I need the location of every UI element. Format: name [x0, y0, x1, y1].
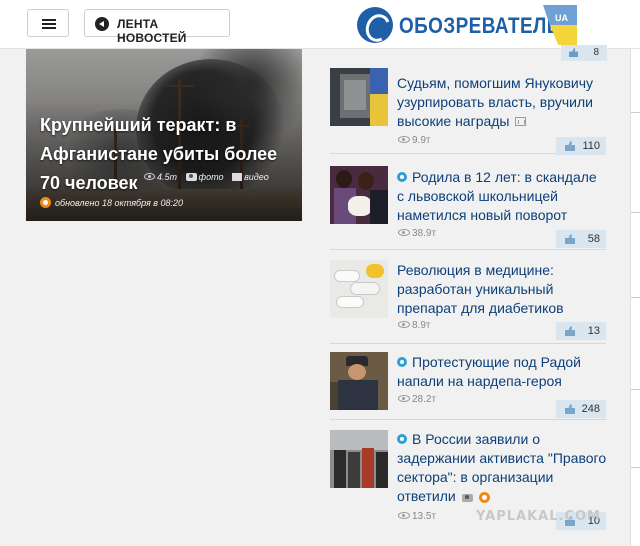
- views-count: 38.9т: [412, 228, 437, 239]
- views-count: 9.9т: [412, 135, 431, 146]
- like-count: 8: [593, 47, 599, 58]
- hamburger-icon: [42, 19, 56, 29]
- ua-badge: UA: [543, 5, 579, 45]
- site-header: ЛЕНТА НОВОСТЕЙ ОБОЗРЕВАТЕЛЬ UA: [0, 0, 640, 49]
- video-icon: [232, 173, 243, 181]
- list-item[interactable]: Родила в 12 лет: в скандале с львовской …: [330, 166, 606, 250]
- news-title-text: В России заявили о задержании активиста …: [397, 431, 607, 504]
- eye-icon: [398, 136, 410, 143]
- like-button[interactable]: 8: [561, 45, 607, 61]
- eye-icon: [398, 512, 410, 519]
- news-title-text: Революция в медицине: разработан уникаль…: [397, 262, 564, 316]
- news-views: 28.2т: [398, 394, 436, 405]
- eye-icon: [144, 173, 155, 180]
- chart-icon: [514, 117, 526, 126]
- news-thumbnail: [330, 430, 388, 488]
- news-views: 8.9т: [398, 320, 430, 331]
- logo-text: ОБОЗРЕВАТЕЛЬ: [399, 13, 561, 38]
- eye-icon: [398, 321, 410, 328]
- video-label: видео: [244, 172, 269, 182]
- thumbs-up-icon: [565, 326, 575, 336]
- news-thumbnail: [330, 352, 388, 410]
- thumbs-up-icon: [565, 141, 575, 151]
- like-count: 13: [587, 325, 600, 337]
- like-count: 110: [582, 140, 600, 152]
- hero-updated: обновлено 18 октября в 08:20: [40, 197, 183, 208]
- like-button[interactable]: 248: [556, 400, 606, 418]
- news-thumbnail: [330, 260, 388, 318]
- arrow-left-circle-icon: [95, 17, 109, 31]
- eye-icon: [398, 229, 410, 236]
- news-title-text: Родила в 12 лет: в скандале с львовской …: [397, 169, 597, 223]
- news-title[interactable]: Революция в медицине: разработан уникаль…: [397, 261, 607, 318]
- news-views: 9.9т: [398, 135, 430, 146]
- news-feed-label: ЛЕНТА НОВОСТЕЙ: [117, 17, 187, 45]
- news-title-text: Протестующие под Радой напали на нардепа…: [397, 354, 582, 389]
- list-item[interactable]: Протестующие под Радой напали на нардепа…: [330, 352, 606, 420]
- update-icon: [478, 492, 490, 503]
- hero-news-card[interactable]: Крупнейший теракт: в Афганистане убиты б…: [26, 49, 302, 221]
- camera-icon: [461, 494, 473, 502]
- right-column-edge: [630, 49, 640, 546]
- hero-meta: 4.5т фото видео: [144, 172, 269, 182]
- like-button[interactable]: 110: [556, 137, 606, 155]
- news-feed-button[interactable]: ЛЕНТА НОВОСТЕЙ: [84, 9, 230, 45]
- list-item[interactable]: Судьям, помогшим Януковичу узурпировать …: [330, 68, 607, 155]
- menu-button[interactable]: [27, 9, 69, 37]
- like-count: 58: [587, 233, 600, 245]
- live-icon: [397, 172, 407, 182]
- hero-title[interactable]: Крупнейший теракт: в Афганистане убиты б…: [40, 111, 290, 198]
- camera-icon: [185, 173, 197, 181]
- live-icon: [397, 434, 407, 444]
- list-item[interactable]: Революция в медицине: разработан уникаль…: [330, 260, 606, 344]
- news-title[interactable]: В России заявили о задержании активиста …: [397, 430, 607, 506]
- watermark: YAPLAKAL.COM: [476, 509, 601, 524]
- hero-views: 4.5т: [157, 172, 178, 182]
- news-thumbnail: [330, 166, 388, 224]
- news-title[interactable]: Судьям, помогшим Януковичу узурпировать …: [397, 74, 607, 131]
- thumbs-up-icon: [565, 234, 575, 244]
- live-icon: [397, 357, 407, 367]
- views-count: 13.5т: [412, 511, 437, 522]
- news-views: 13.5т: [398, 511, 436, 522]
- views-count: 8.9т: [412, 320, 431, 331]
- photo-label: фото: [198, 172, 224, 182]
- thumbs-up-icon: [565, 404, 575, 414]
- news-title-text: Судьям, помогшим Януковичу узурпировать …: [397, 75, 594, 129]
- news-title[interactable]: Родила в 12 лет: в скандале с львовской …: [397, 168, 607, 225]
- like-button[interactable]: 13: [556, 322, 606, 340]
- globe-logo-icon: [357, 7, 393, 43]
- ua-badge-text: UA: [555, 13, 568, 23]
- eye-icon: [398, 395, 410, 402]
- update-icon: [40, 197, 51, 208]
- news-views: 38.9т: [398, 228, 436, 239]
- news-thumbnail: [330, 68, 388, 126]
- like-count: 248: [581, 403, 600, 415]
- site-logo[interactable]: ОБОЗРЕВАТЕЛЬ UA: [357, 5, 579, 45]
- hero-updated-text: обновлено 18 октября в 08:20: [55, 198, 184, 208]
- like-button[interactable]: 58: [556, 230, 606, 248]
- views-count: 28.2т: [412, 394, 437, 405]
- news-title[interactable]: Протестующие под Радой напали на нардепа…: [397, 353, 607, 391]
